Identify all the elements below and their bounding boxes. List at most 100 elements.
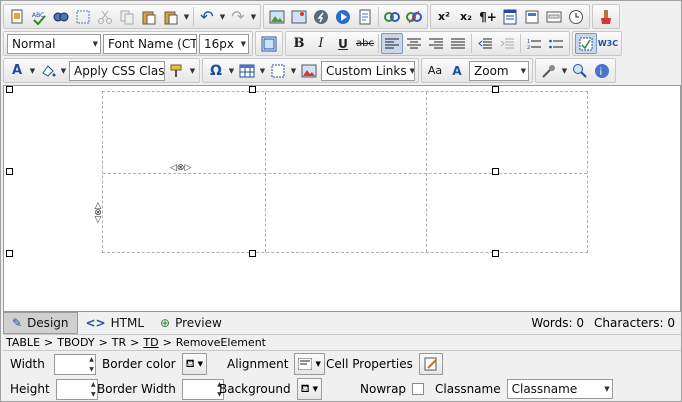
flash-icon[interactable] bbox=[310, 6, 332, 27]
insert-box-icon[interactable] bbox=[267, 60, 289, 81]
insert-box-dropdown-icon[interactable]: ▼ bbox=[289, 60, 298, 81]
justify-icon[interactable] bbox=[447, 33, 469, 54]
zoom-select[interactable]: Zoom ▼ bbox=[469, 60, 529, 81]
design-canvas[interactable]: ◁⊗▷ △ ⊗ ▽ bbox=[3, 85, 681, 312]
form-icon[interactable] bbox=[543, 6, 565, 27]
border-width-input[interactable]: ▲ ▼ bbox=[181, 378, 224, 400]
resize-handle[interactable] bbox=[249, 86, 256, 93]
spellcheck-icon[interactable]: ABC bbox=[28, 6, 50, 27]
copy-icon[interactable] bbox=[116, 6, 138, 27]
insert-link-icon[interactable] bbox=[381, 6, 403, 27]
resize-handle[interactable] bbox=[492, 250, 499, 257]
unlink-icon[interactable] bbox=[403, 6, 425, 27]
show-borders-icon[interactable] bbox=[575, 33, 597, 54]
paragraph-format-select[interactable]: Normal ▼ bbox=[7, 33, 101, 54]
underline-button[interactable]: U bbox=[332, 33, 354, 54]
cell-properties-button[interactable] bbox=[418, 353, 443, 375]
insert-image-icon[interactable] bbox=[266, 6, 288, 27]
document-icon[interactable] bbox=[354, 6, 376, 27]
redo-dropdown-icon[interactable]: ▼ bbox=[249, 6, 258, 27]
resize-handle[interactable] bbox=[6, 168, 13, 175]
tab-html[interactable]: <> HTML bbox=[78, 312, 153, 334]
height-input[interactable]: ▲ ▼ bbox=[55, 378, 98, 400]
insert-time-icon[interactable] bbox=[565, 6, 587, 27]
tag-tools-icon[interactable] bbox=[538, 60, 560, 81]
align-center-icon[interactable] bbox=[403, 33, 425, 54]
spin-down-icon[interactable]: ▼ bbox=[91, 391, 96, 398]
path-td[interactable]: TD bbox=[143, 336, 158, 349]
cut-icon[interactable] bbox=[94, 6, 116, 27]
font-size-select[interactable]: 16px ▼ bbox=[199, 33, 249, 54]
format-painter-dropdown-icon[interactable]: ▼ bbox=[188, 60, 197, 81]
indent-icon[interactable] bbox=[496, 33, 518, 54]
align-left-icon[interactable] bbox=[381, 33, 403, 54]
spin-up-icon[interactable]: ▲ bbox=[89, 356, 94, 363]
unordered-list-icon[interactable] bbox=[545, 33, 567, 54]
outdent-icon[interactable] bbox=[474, 33, 496, 54]
classname-select[interactable]: Classname ▼ bbox=[506, 379, 613, 399]
tab-preview[interactable]: ⊕ Preview bbox=[152, 312, 230, 334]
highlight-color-icon[interactable] bbox=[37, 60, 59, 81]
media-icon[interactable] bbox=[332, 6, 354, 27]
paste-icon[interactable] bbox=[138, 6, 160, 27]
paste-special-icon[interactable] bbox=[160, 6, 182, 27]
width-input[interactable]: ▲ ▼ bbox=[53, 353, 96, 375]
resize-handle[interactable] bbox=[249, 250, 256, 257]
resize-handle[interactable] bbox=[492, 86, 499, 93]
preview-frame-icon[interactable] bbox=[258, 33, 280, 54]
upper-case-icon[interactable]: Aa bbox=[424, 60, 446, 81]
text-color-icon[interactable]: A bbox=[6, 60, 28, 81]
text-color-dropdown-icon[interactable]: ▼ bbox=[28, 60, 37, 81]
special-char-dropdown-icon[interactable]: ▼ bbox=[227, 60, 236, 81]
tab-design[interactable]: ✎ Design bbox=[3, 312, 78, 334]
row-resize-icon[interactable]: △ ⊗ ▽ bbox=[93, 202, 103, 225]
custom-links-select[interactable]: Custom Links ▼ bbox=[321, 60, 415, 81]
resize-handle[interactable] bbox=[492, 168, 499, 175]
ordered-list-icon[interactable]: 12 bbox=[523, 33, 545, 54]
insert-table-dropdown-icon[interactable]: ▼ bbox=[258, 60, 267, 81]
font-name-select[interactable]: Font Name (CT▼ bbox=[103, 33, 197, 54]
lower-case-icon[interactable]: A bbox=[446, 60, 468, 81]
italic-button[interactable]: I bbox=[310, 33, 332, 54]
resize-handle[interactable] bbox=[6, 86, 13, 93]
find-icon[interactable] bbox=[50, 6, 72, 27]
subscript-icon[interactable]: x₂ bbox=[455, 6, 477, 27]
bold-button[interactable]: B bbox=[288, 33, 310, 54]
border-color-picker[interactable]: ⛾ ▼ bbox=[181, 353, 207, 375]
paragraph-icon[interactable]: ¶+ bbox=[477, 6, 499, 27]
special-char-icon[interactable]: Ω bbox=[205, 60, 227, 81]
column-resize-icon[interactable]: ◁⊗▷ bbox=[170, 163, 191, 173]
resize-handle[interactable] bbox=[6, 250, 13, 257]
alignment-picker[interactable]: ▼ bbox=[294, 353, 325, 375]
image-map-icon[interactable] bbox=[288, 6, 310, 27]
template-icon[interactable] bbox=[521, 6, 543, 27]
path-tr[interactable]: TR bbox=[112, 336, 126, 349]
nowrap-checkbox[interactable] bbox=[412, 383, 425, 395]
undo-icon[interactable]: ↶ bbox=[196, 6, 218, 27]
spin-up-icon[interactable]: ▲ bbox=[91, 381, 96, 388]
path-tbody[interactable]: TBODY bbox=[57, 336, 94, 349]
undo-dropdown-icon[interactable]: ▼ bbox=[218, 6, 227, 27]
strikethrough-button[interactable]: abc bbox=[354, 33, 376, 54]
paste-dropdown-icon[interactable]: ▼ bbox=[182, 6, 191, 27]
image-gallery-icon[interactable] bbox=[298, 60, 320, 81]
spin-down-icon[interactable]: ▼ bbox=[89, 366, 94, 373]
superscript-icon[interactable]: x² bbox=[433, 6, 455, 27]
new-doc-icon[interactable] bbox=[6, 6, 28, 27]
redo-icon[interactable]: ↷ bbox=[227, 6, 249, 27]
help-icon[interactable]: i bbox=[591, 60, 613, 81]
tag-tools-dropdown-icon[interactable]: ▼ bbox=[560, 60, 569, 81]
select-all-icon[interactable] bbox=[72, 6, 94, 27]
path-table[interactable]: TABLE bbox=[6, 336, 40, 349]
format-painter-icon[interactable] bbox=[166, 60, 188, 81]
clean-code-icon[interactable] bbox=[595, 6, 617, 27]
highlight-dropdown-icon[interactable]: ▼ bbox=[59, 60, 68, 81]
path-remove-element[interactable]: RemoveElement bbox=[176, 336, 266, 349]
search-icon[interactable] bbox=[569, 60, 591, 81]
background-color-picker[interactable]: ⛾ ▼ bbox=[296, 378, 322, 400]
page-properties-icon[interactable] bbox=[499, 6, 521, 27]
align-right-icon[interactable] bbox=[425, 33, 447, 54]
insert-table-icon[interactable] bbox=[236, 60, 258, 81]
css-class-select[interactable]: Apply CSS Clas▼ bbox=[69, 60, 165, 81]
w3c-validator-icon[interactable]: W3C bbox=[597, 33, 619, 54]
